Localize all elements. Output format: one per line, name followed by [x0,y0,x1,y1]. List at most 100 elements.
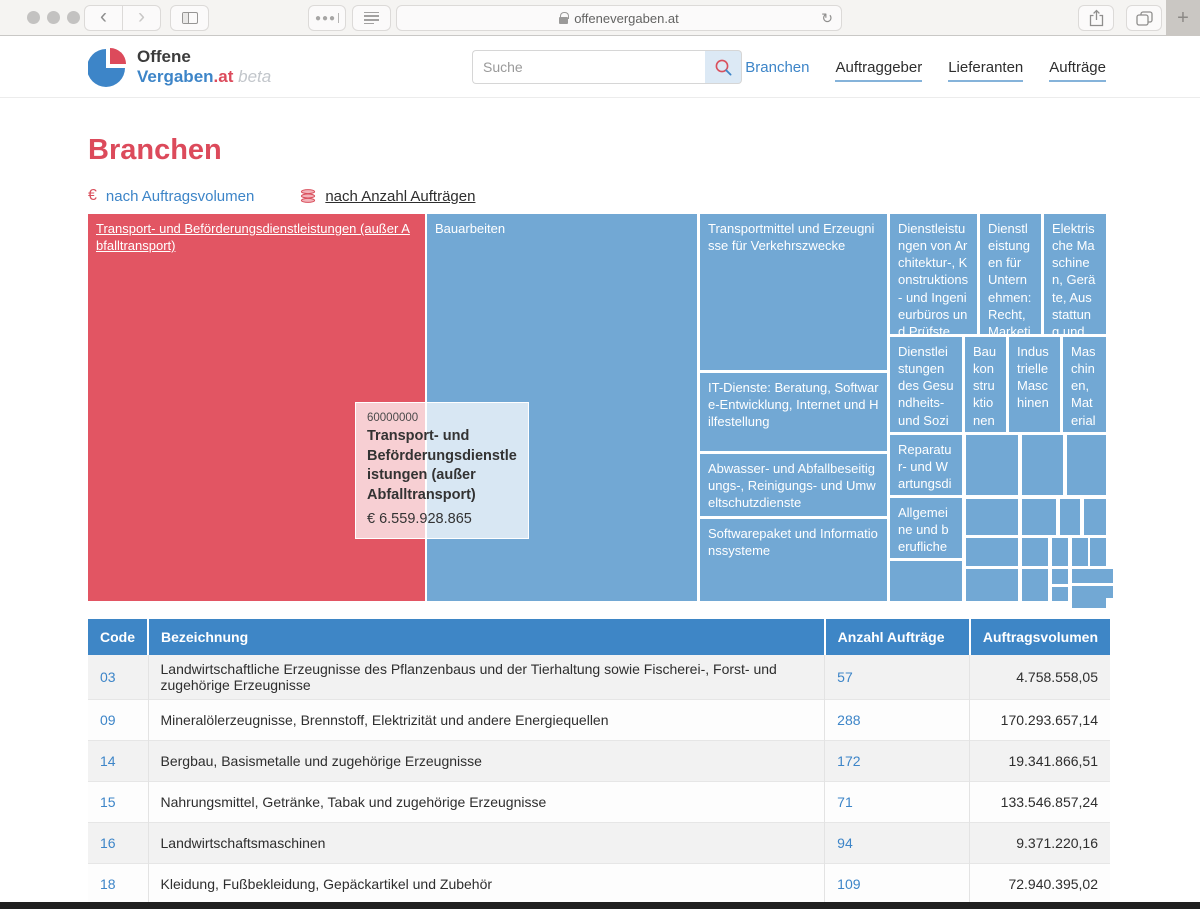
treemap-cell[interactable] [1022,499,1056,535]
table-body: 03Landwirtschaftliche Erzeugnisse des Pf… [88,655,1110,905]
row-name: Nahrungsmittel, Getränke, Tabak und zuge… [148,782,825,823]
treemap-cell-label: Dienstleistungen des Gesundheits- und So… [898,344,954,428]
treemap-cell[interactable] [1084,499,1106,535]
new-tab-button[interactable]: + [1166,0,1200,36]
view-switcher: € nach Auftragsvolumen nach Anzahl Auftr… [88,187,1200,205]
view-link-volume[interactable]: € nach Auftragsvolumen [88,187,254,205]
treemap-cell[interactable] [966,499,1018,535]
row-count-link[interactable]: 172 [825,741,970,782]
row-code-link[interactable]: 14 [88,741,148,782]
treemap-cell[interactable]: Allgemeine und berufliche Bil [890,498,962,558]
treemap-cell[interactable] [1022,569,1048,601]
screen-bottom-edge [0,902,1200,909]
window-minimize-button[interactable] [47,11,60,24]
treemap-cell[interactable] [1072,596,1106,608]
row-count-link[interactable]: 57 [825,655,970,700]
col-header-code: Code [88,619,148,655]
treemap-cell[interactable] [1022,435,1063,495]
table-row: 18Kleidung, Fußbekleidung, Gepäckartikel… [88,864,1110,905]
row-name: Kleidung, Fußbekleidung, Gepäckartikel u… [148,864,825,905]
search-button[interactable] [705,50,742,84]
nav-item-auftraege[interactable]: Aufträge [1049,59,1106,82]
row-volume: 133.546.857,24 [970,782,1110,823]
nav-item-branchen[interactable]: Branchen [745,59,809,82]
treemap-cell[interactable]: Dienstleistungen des Gesundheits- und So… [890,337,962,432]
treemap-cell[interactable]: Softwarepaket und Informationssysteme [700,519,887,601]
treemap-cell[interactable]: Dienstleistungen für Unternehmen: Recht,… [980,214,1041,334]
page-title: Branchen [88,134,1200,167]
page-options-button[interactable]: ●●● [308,5,346,31]
table-row: 15Nahrungsmittel, Getränke, Tabak und zu… [88,782,1110,823]
treemap-cell[interactable] [1052,538,1068,566]
view-link-count-label: nach Anzahl Aufträgen [325,188,475,205]
row-code-link[interactable]: 16 [88,823,148,864]
row-count-link[interactable]: 109 [825,864,970,905]
row-code-link[interactable]: 03 [88,655,148,700]
treemap-cell[interactable] [1097,569,1113,583]
treemap-cell[interactable] [966,435,1018,495]
back-button[interactable]: ‹ [84,5,123,31]
row-count-link[interactable]: 288 [825,700,970,741]
reader-button[interactable] [352,5,391,31]
window-close-button[interactable] [27,11,40,24]
treemap-cell[interactable] [966,538,1018,566]
row-code-link[interactable]: 15 [88,782,148,823]
treemap-cell[interactable] [1052,587,1068,601]
nav-item-lieferanten[interactable]: Lieferanten [948,59,1023,82]
reload-icon[interactable]: ↻ [821,10,833,27]
view-link-count[interactable]: nach Anzahl Aufträgen [300,188,475,205]
logo-line1: Offene [137,47,271,67]
treemap-cell-label: Softwarepaket und Informationssysteme [708,526,878,558]
row-name: Bergbau, Basismetalle und zugehörige Erz… [148,741,825,782]
tabs-icon [1136,11,1153,26]
search-icon [714,58,733,77]
treemap-cell[interactable] [1052,569,1068,584]
treemap-cell-label: Transport- und Beförderungsdienstleistun… [96,221,410,253]
table-header: Code Bezeichnung Anzahl Aufträge Auftrag… [88,619,1110,655]
row-code-link[interactable]: 18 [88,864,148,905]
branches-table: Code Bezeichnung Anzahl Aufträge Auftrag… [88,619,1110,905]
table-row: 14Bergbau, Basismetalle und zugehörige E… [88,741,1110,782]
treemap-cell[interactable]: Industrielle Maschinen [1009,337,1060,432]
treemap-cell[interactable] [1022,538,1048,566]
search-form [472,50,742,84]
treemap-cell-label: Transportmittel und Erzeugnisse für Verk… [708,221,874,253]
pie-chart-logo-icon [88,47,128,87]
treemap-cell[interactable] [1090,538,1106,566]
treemap-cell[interactable]: Reparatur- und Wartungsdien [890,435,962,495]
treemap-cell[interactable]: Abwasser- und Abfallbeseitigungs-, Reini… [700,454,887,516]
treemap-cell[interactable] [1067,435,1106,495]
row-count-link[interactable]: 71 [825,782,970,823]
site-logo[interactable]: Offene Vergaben.at beta [88,47,271,87]
treemap-cell[interactable] [1060,499,1080,535]
search-input[interactable] [472,50,705,84]
treemap-cell[interactable]: Baukonstruktionen und Bausto [965,337,1006,432]
treemap-cell[interactable] [1072,538,1088,566]
view-link-volume-label: nach Auftragsvolumen [106,188,254,205]
row-count-link[interactable]: 94 [825,823,970,864]
treemap-cell-label: Dienstleistungen für Unternehmen: Recht,… [988,221,1031,334]
tooltip-value: € 6.559.928.865 [367,511,517,527]
treemap-cell-label: Baukonstruktionen und Bausto [973,344,996,432]
treemap-cell[interactable]: Transportmittel und Erzeugnisse für Verk… [700,214,887,370]
treemap-cell-label: IT-Dienste: Beratung, Software-Entwicklu… [708,380,879,429]
treemap-cell[interactable]: Elektrische Maschinen, Geräte, Ausstattu… [1044,214,1106,334]
main-content: Branchen € nach Auftragsvolumen nach Anz… [0,134,1200,905]
treemap-cell-label: Dienstleistungen von Architektur-, Konst… [898,221,968,334]
address-bar[interactable]: offenevergaben.at ↻ [396,5,842,31]
treemap-cell[interactable] [966,569,1018,601]
treemap-cell[interactable]: Maschinen, Material und [1063,337,1106,432]
window-zoom-button[interactable] [67,11,80,24]
forward-button[interactable]: › [122,5,161,31]
share-button[interactable] [1078,5,1114,31]
row-code-link[interactable]: 09 [88,700,148,741]
row-volume: 72.940.395,02 [970,864,1110,905]
nav-item-auftraggeber[interactable]: Auftraggeber [835,59,922,82]
treemap-tooltip: 60000000 Transport- und Beförderungsdien… [355,402,529,539]
tab-overview-button[interactable] [1126,5,1162,31]
treemap-cell[interactable]: IT-Dienste: Beratung, Software-Entwicklu… [700,373,887,451]
row-name: Landwirtschaftliche Erzeugnisse des Pfla… [148,655,825,700]
treemap-cell[interactable] [890,561,962,601]
sidebar-toggle-button[interactable] [170,5,209,31]
treemap-cell[interactable]: Dienstleistungen von Architektur-, Konst… [890,214,977,334]
